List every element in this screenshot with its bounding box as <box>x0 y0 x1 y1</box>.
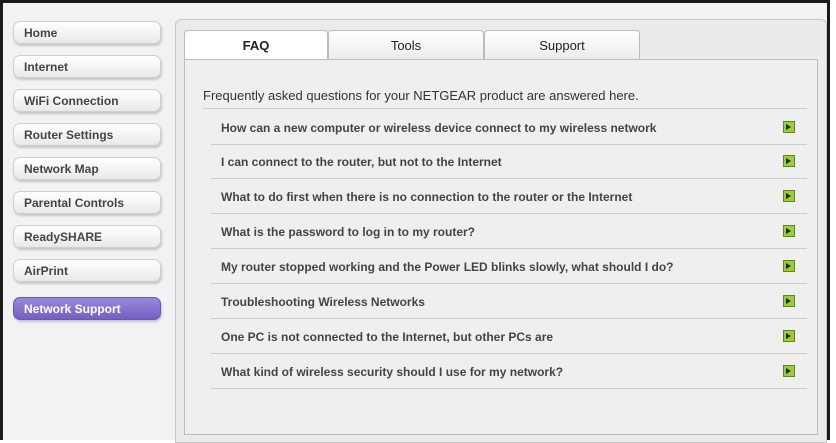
sidebar-item-network-support[interactable]: Network Support <box>13 297 161 320</box>
tab-support[interactable]: Support <box>484 30 640 59</box>
expand-plus-icon[interactable] <box>783 330 795 342</box>
sidebar-item-network-map[interactable]: Network Map <box>13 157 161 180</box>
faq-intro-text: Frequently asked questions for your NETG… <box>203 88 639 103</box>
router-admin-window: Home Internet WiFi Connection Router Set… <box>0 0 830 443</box>
faq-question: What is the password to log in to my rou… <box>221 225 476 239</box>
faq-item[interactable]: What kind of wireless security should I … <box>211 355 807 389</box>
support-panel: FAQ Tools Support Frequently asked quest… <box>175 19 827 443</box>
faq-question: I can connect to the router, but not to … <box>221 155 502 169</box>
faq-item[interactable]: How can a new computer or wireless devic… <box>211 111 807 145</box>
sidebar-item-router-settings[interactable]: Router Settings <box>13 123 161 146</box>
faq-item[interactable]: One PC is not connected to the Internet,… <box>211 320 807 354</box>
divider <box>203 108 807 109</box>
sidebar-item-internet[interactable]: Internet <box>13 55 161 78</box>
expand-plus-icon[interactable] <box>783 225 795 237</box>
sidebar-item-parental-controls[interactable]: Parental Controls <box>13 191 161 214</box>
expand-plus-icon[interactable] <box>783 295 795 307</box>
faq-item[interactable]: What is the password to log in to my rou… <box>211 215 807 249</box>
faq-question: One PC is not connected to the Internet,… <box>221 330 554 344</box>
expand-plus-icon[interactable] <box>783 155 795 167</box>
faq-question: How can a new computer or wireless devic… <box>221 121 657 135</box>
expand-plus-icon[interactable] <box>783 260 795 272</box>
expand-plus-icon[interactable] <box>783 190 795 202</box>
faq-question: Troubleshooting Wireless Networks <box>221 295 425 309</box>
sidebar-item-readyshare[interactable]: ReadySHARE <box>13 225 161 248</box>
faq-item[interactable]: My router stopped working and the Power … <box>211 250 807 284</box>
tab-faq[interactable]: FAQ <box>184 30 328 60</box>
faq-item[interactable]: I can connect to the router, but not to … <box>211 145 807 179</box>
faq-question: What kind of wireless security should I … <box>221 365 564 379</box>
sidebar-item-home[interactable]: Home <box>13 21 161 44</box>
expand-plus-icon[interactable] <box>783 365 795 377</box>
faq-item[interactable]: Troubleshooting Wireless Networks <box>211 285 807 319</box>
faq-item[interactable]: What to do first when there is no connec… <box>211 180 807 214</box>
tab-tools[interactable]: Tools <box>328 30 484 59</box>
sidebar-item-airprint[interactable]: AirPrint <box>13 259 161 282</box>
faq-content: Frequently asked questions for your NETG… <box>184 59 818 435</box>
faq-question: My router stopped working and the Power … <box>221 260 674 274</box>
sidebar-item-wifi-connection[interactable]: WiFi Connection <box>13 89 161 112</box>
expand-plus-icon[interactable] <box>783 121 795 133</box>
faq-question: What to do first when there is no connec… <box>221 190 633 204</box>
